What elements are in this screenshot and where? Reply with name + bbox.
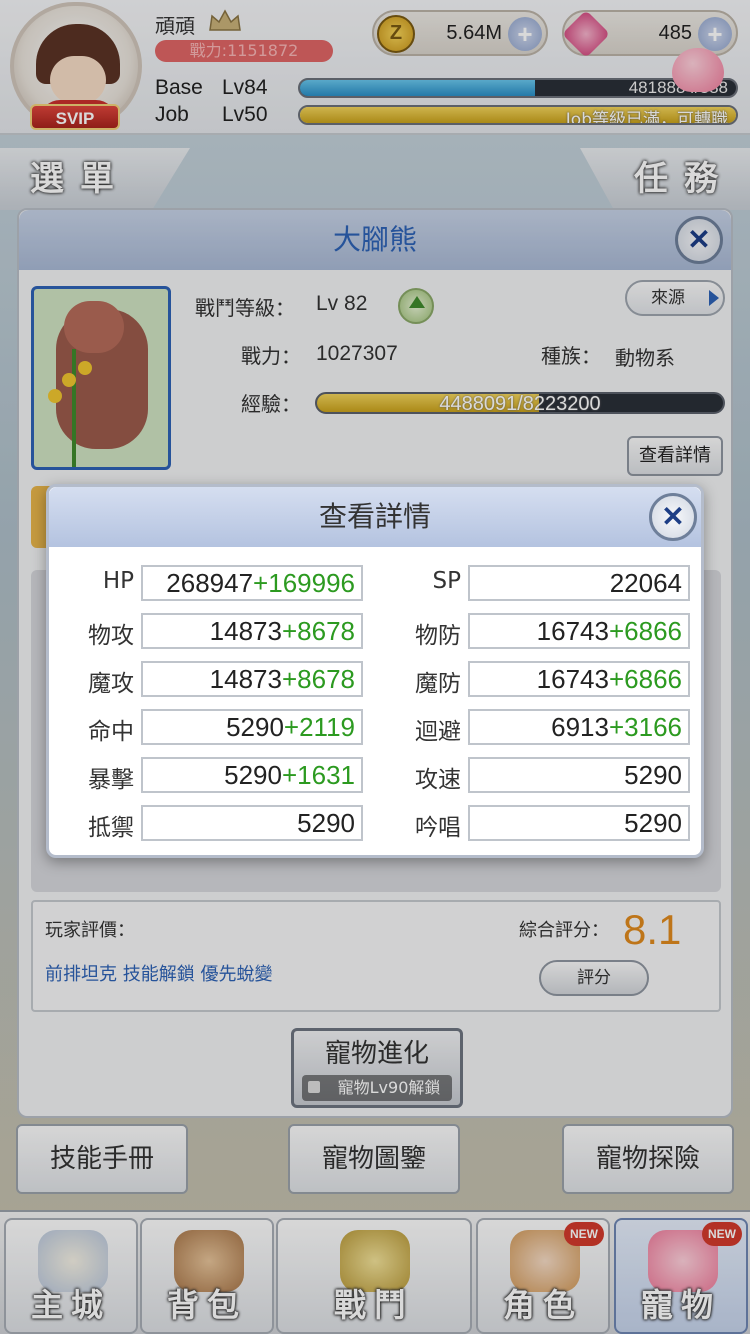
stat-value-right: 5290 — [468, 757, 690, 793]
stat-value-left: 14873+8678 — [141, 613, 363, 649]
stat-value-right: 16743+6866 — [468, 613, 690, 649]
stat-label-left: 命中 — [88, 719, 134, 745]
stat-value-right: 22064 — [468, 565, 690, 601]
stat-bonus: +8678 — [281, 616, 355, 646]
stat-base: 22064 — [609, 568, 682, 598]
stat-label-right: 迴避 — [415, 719, 461, 745]
stat-base: 6913 — [551, 712, 609, 742]
stat-base: 5290 — [624, 760, 682, 790]
stat-base: 268947 — [166, 568, 254, 598]
stat-value-right: 6913+3166 — [468, 709, 690, 745]
stat-label-right: 物防 — [415, 623, 461, 649]
dialog-header: 查看詳情 — [49, 487, 701, 547]
stat-label-left: 魔攻 — [88, 671, 134, 697]
details-dialog: 查看詳情 ✕ HP 268947+169996 物攻 14873+8678 魔攻 1487… — [46, 484, 704, 858]
stat-value-left: 268947+169996 — [141, 565, 363, 601]
stat-bonus: +169996 — [253, 568, 355, 598]
stat-base: 5290 — [624, 808, 682, 838]
stat-label-left: HP — [102, 568, 134, 594]
stat-label-left: 物攻 — [88, 623, 134, 649]
stat-label-left: 暴擊 — [88, 767, 134, 793]
stat-label-right: 魔防 — [415, 671, 461, 697]
stat-bonus: +2119 — [283, 712, 355, 742]
stat-label-left: 抵禦 — [88, 815, 134, 841]
stat-bonus: +6866 — [608, 664, 682, 694]
stat-base: 16743 — [536, 664, 609, 694]
stat-bonus: +3166 — [608, 712, 682, 742]
stat-base: 5290 — [297, 808, 355, 838]
stat-value-left: 5290+2119 — [141, 709, 363, 745]
stat-base: 5290 — [224, 760, 282, 790]
stat-value-right: 16743+6866 — [468, 661, 690, 697]
stat-bonus: +6866 — [608, 616, 682, 646]
stat-value-right: 5290 — [468, 805, 690, 841]
stat-value-left: 5290+1631 — [141, 757, 363, 793]
stat-label-right: 吟唱 — [415, 815, 461, 841]
stat-base: 14873 — [209, 664, 282, 694]
stat-bonus: +1631 — [281, 760, 355, 790]
stat-base: 16743 — [536, 616, 609, 646]
stat-value-left: 5290 — [141, 805, 363, 841]
stat-base: 5290 — [226, 712, 284, 742]
stat-value-left: 14873+8678 — [141, 661, 363, 697]
stat-bonus: +8678 — [281, 664, 355, 694]
stat-base: 14873 — [209, 616, 282, 646]
dialog-close-button[interactable]: ✕ — [649, 493, 697, 541]
stat-label-right: 攻速 — [415, 767, 461, 793]
stat-label-right: SP — [432, 568, 461, 594]
dialog-title: 查看詳情 — [318, 500, 431, 533]
